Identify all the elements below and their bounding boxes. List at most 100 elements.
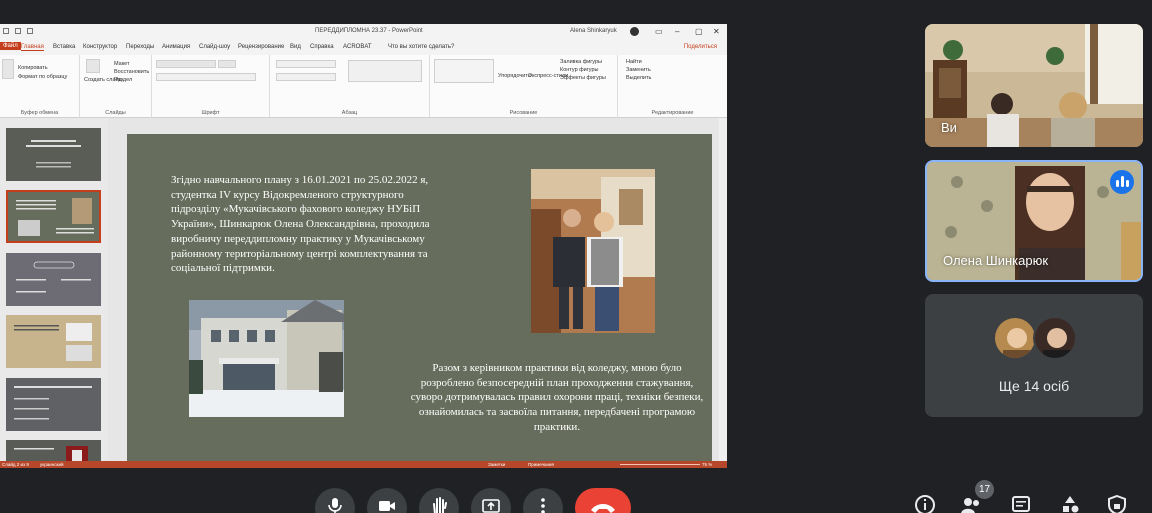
reset-button[interactable]: Восстановить (114, 69, 149, 75)
photo-centre-building[interactable] (189, 300, 344, 417)
tab-review[interactable]: Рецензирование (238, 44, 284, 50)
microphone-icon (328, 498, 342, 513)
host-controls-icon[interactable] (1106, 494, 1128, 513)
minimize-icon[interactable]: – (675, 27, 679, 36)
account-avatar[interactable] (630, 27, 639, 36)
shape-effects-button[interactable]: Эффекты фигуры (560, 75, 606, 81)
other-participants-tile[interactable]: Ще 14 осіб (925, 294, 1143, 417)
font-name-select[interactable] (156, 60, 216, 68)
thumbnail-preview (16, 261, 91, 293)
group-font: Шрифт (152, 55, 270, 118)
shared-screen: ПЕРЕДДИПЛОМНА 23.37 - PowerPoint Alena S… (0, 24, 727, 468)
zoom-slider[interactable] (620, 464, 700, 465)
quick-access-toolbar[interactable] (3, 28, 33, 34)
vertical-scrollbar[interactable] (719, 118, 727, 468)
select-button[interactable]: Выделить (626, 75, 651, 81)
tab-acrobat[interactable]: ACROBAT (343, 44, 372, 50)
meeting-info-icon[interactable] (914, 494, 936, 513)
slide-thumbnail-selected[interactable] (6, 190, 101, 243)
thumbnail-preview (14, 386, 92, 420)
slide-text-right[interactable]: Разом з керівником практики від коледжу,… (409, 361, 705, 435)
microphone-button[interactable] (315, 488, 355, 513)
new-slide-icon[interactable] (86, 59, 100, 73)
chat-icon[interactable] (1010, 494, 1032, 513)
shapes-gallery[interactable] (434, 59, 494, 83)
slide-thumbnail[interactable] (6, 128, 101, 181)
font-size-select[interactable] (218, 60, 236, 68)
tab-file[interactable]: Файл (0, 42, 21, 50)
notes-button[interactable]: Заметки (488, 462, 505, 467)
replace-button[interactable]: Заменить (626, 67, 651, 73)
slide-thumbnail[interactable] (6, 315, 101, 368)
group-editing: Найти Заменить Выделить Редактирование (618, 55, 727, 118)
shape-outline-button[interactable]: Контур фигуры (560, 67, 598, 73)
paste-icon[interactable] (2, 59, 14, 79)
participant-avatar (1033, 316, 1077, 360)
speaking-indicator-icon (1110, 170, 1134, 194)
current-slide[interactable]: Згідно навчального плану з 16.01.2021 по… (127, 134, 712, 466)
others-count-label: Ще 14 осіб (998, 378, 1070, 394)
group-label: Абзац (341, 110, 358, 116)
ribbon-tabs: Файл Главная Вставка Конструктор Переход… (0, 41, 727, 55)
powerpoint-titlebar: ПЕРЕДДИПЛОМНА 23.37 - PowerPoint Alena S… (0, 24, 727, 41)
copy-button[interactable]: Копировать (18, 65, 48, 71)
tab-slideshow[interactable]: Слайд-шоу (199, 44, 230, 50)
close-icon[interactable]: ✕ (713, 27, 720, 36)
self-video-feed (925, 24, 1143, 147)
participant-count-badge: 17 (975, 480, 994, 499)
raise-hand-icon (433, 497, 447, 513)
language-indicator[interactable]: украинский (40, 462, 63, 467)
zoom-level[interactable]: 75 % (702, 462, 712, 467)
group-label: Слайды (105, 110, 126, 116)
maximize-icon[interactable]: ▢ (695, 27, 703, 36)
camera-button[interactable] (367, 488, 407, 513)
tab-animations[interactable]: Анимация (162, 44, 190, 50)
raise-hand-button[interactable] (419, 488, 459, 513)
comments-button[interactable]: Примечания (528, 462, 554, 467)
tab-design[interactable]: Конструктор (83, 44, 117, 50)
font-format-buttons[interactable] (156, 73, 256, 81)
arrange-button[interactable]: Упорядочить (498, 73, 531, 79)
powerpoint-statusbar: Слайд 2 из 9 украинский Заметки Примечан… (0, 461, 727, 468)
find-button[interactable]: Найти (626, 59, 642, 65)
group-drawing: Упорядочить Экспресс-стили Заливка фигур… (430, 55, 618, 118)
photo-practice-supervisors[interactable] (531, 169, 655, 333)
group-label: Буфер обмена (20, 110, 59, 116)
slide-thumbnail[interactable] (6, 378, 101, 431)
participant-tile-active-speaker[interactable]: Олена Шинкарюк (925, 160, 1143, 282)
slide-thumbnail[interactable] (6, 253, 101, 306)
phone-hangup-icon (591, 504, 615, 513)
more-options-button[interactable] (523, 488, 563, 513)
present-screen-button[interactable] (471, 488, 511, 513)
more-vert-icon (541, 498, 545, 513)
present-icon (482, 499, 500, 513)
tab-home[interactable]: Главная (21, 44, 44, 51)
share-button[interactable]: Поделиться (684, 44, 717, 50)
group-paragraph: Абзац (270, 55, 430, 118)
ribbon-display-icon[interactable]: ▭ (655, 27, 663, 36)
tab-view[interactable]: Вид (290, 44, 301, 50)
slide-editing-area: Згідно навчального плану з 16.01.2021 по… (108, 118, 727, 468)
align-buttons[interactable] (276, 73, 336, 81)
shape-fill-button[interactable]: Заливка фигуры (560, 59, 602, 65)
slide-text-left[interactable]: Згідно навчального плану з 16.01.2021 по… (171, 173, 433, 276)
account-name[interactable]: Alena Shinkaryuk (570, 28, 617, 34)
activities-icon[interactable] (1059, 494, 1081, 513)
ribbon-home: Копировать Формат по образцу Буфер обмен… (0, 55, 727, 118)
text-direction-buttons[interactable] (348, 60, 422, 82)
tab-transitions[interactable]: Переходы (126, 44, 154, 50)
tell-me-search[interactable]: Что вы хотите сделать? (388, 44, 454, 50)
layout-button[interactable]: Макет (114, 61, 130, 67)
format-painter-button[interactable]: Формат по образцу (18, 74, 67, 80)
end-call-button[interactable] (575, 488, 631, 513)
section-button[interactable]: Раздел (114, 77, 132, 83)
group-slides: Создать слайд Макет Восстановить Раздел … (80, 55, 152, 118)
participant-avatar (993, 316, 1037, 360)
slide-counter: Слайд 2 из 9 (2, 462, 29, 467)
document-title: ПЕРЕДДИПЛОМНА 23.37 - PowerPoint (315, 28, 423, 34)
participant-tile-self[interactable]: Ви (925, 24, 1143, 147)
list-buttons[interactable] (276, 60, 336, 68)
tab-help[interactable]: Справка (310, 44, 334, 50)
slide-thumbnails-pane (0, 118, 108, 468)
tab-insert[interactable]: Вставка (53, 44, 75, 50)
